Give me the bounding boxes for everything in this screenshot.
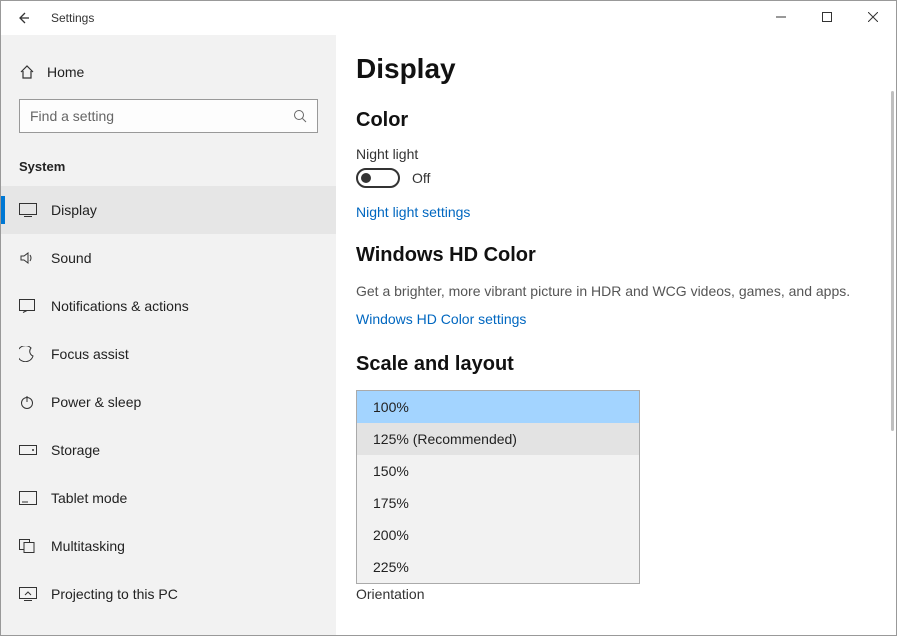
power-icon [19, 394, 35, 410]
home-label: Home [47, 64, 84, 80]
home-icon [19, 64, 35, 80]
maximize-icon [822, 12, 832, 22]
sidebar: Home System Display Sound Notifications … [1, 35, 336, 635]
scale-dropdown-open[interactable]: 100% 125% (Recommended) 150% 175% 200% 2… [356, 390, 640, 584]
sidebar-item-label: Storage [51, 442, 100, 458]
sidebar-item-notifications[interactable]: Notifications & actions [1, 282, 336, 330]
maximize-button[interactable] [804, 1, 850, 33]
search-input[interactable] [30, 108, 293, 124]
titlebar: Settings [1, 1, 896, 35]
home-nav[interactable]: Home [1, 53, 336, 91]
window-controls [758, 1, 896, 33]
hd-color-description: Get a brighter, more vibrant picture in … [356, 281, 856, 301]
orientation-label-cut: Orientation [356, 586, 856, 602]
multitasking-icon [19, 539, 35, 553]
sidebar-item-label: Display [51, 202, 97, 218]
scale-option-150[interactable]: 150% [357, 455, 639, 487]
search-box[interactable] [19, 99, 318, 133]
scrollbar[interactable] [891, 91, 894, 431]
page-title: Display [356, 53, 856, 85]
section-heading-color: Color [356, 109, 856, 132]
night-light-toggle[interactable] [356, 168, 400, 188]
sidebar-item-projecting[interactable]: Projecting to this PC [1, 570, 336, 618]
window-title: Settings [51, 11, 94, 25]
sidebar-item-multitasking[interactable]: Multitasking [1, 522, 336, 570]
back-button[interactable] [1, 1, 45, 35]
scale-option-200[interactable]: 200% [357, 519, 639, 551]
sidebar-item-label: Power & sleep [51, 394, 141, 410]
focus-assist-icon [19, 346, 35, 362]
sidebar-item-tablet-mode[interactable]: Tablet mode [1, 474, 336, 522]
sidebar-item-display[interactable]: Display [1, 186, 336, 234]
section-heading-system: System [1, 133, 336, 186]
scale-option-100[interactable]: 100% [357, 391, 639, 423]
sidebar-item-storage[interactable]: Storage [1, 426, 336, 474]
sidebar-item-label: Focus assist [51, 346, 129, 362]
section-heading-hd-color: Windows HD Color [356, 244, 856, 267]
close-button[interactable] [850, 1, 896, 33]
sidebar-item-label: Sound [51, 250, 91, 266]
projecting-icon [19, 587, 37, 601]
night-light-label: Night light [356, 146, 856, 162]
storage-icon [19, 445, 37, 455]
main-panel: Display Color Night light Off Night ligh… [336, 35, 896, 635]
search-icon [293, 109, 307, 123]
close-icon [868, 12, 878, 22]
sidebar-item-label: Tablet mode [51, 490, 127, 506]
sidebar-item-label: Multitasking [51, 538, 125, 554]
sidebar-item-sound[interactable]: Sound [1, 234, 336, 282]
sidebar-item-focus-assist[interactable]: Focus assist [1, 330, 336, 378]
display-icon [19, 203, 37, 217]
arrow-left-icon [15, 10, 31, 26]
scale-option-125[interactable]: 125% (Recommended) [357, 423, 639, 455]
sound-icon [19, 250, 35, 266]
notifications-icon [19, 299, 35, 313]
night-light-settings-link[interactable]: Night light settings [356, 204, 856, 220]
minimize-button[interactable] [758, 1, 804, 33]
sidebar-item-label: Projecting to this PC [51, 586, 178, 602]
section-heading-scale: Scale and layout [356, 353, 856, 376]
scale-option-175[interactable]: 175% [357, 487, 639, 519]
sidebar-item-label: Notifications & actions [51, 298, 189, 314]
minimize-icon [776, 12, 786, 22]
hd-color-settings-link[interactable]: Windows HD Color settings [356, 311, 856, 327]
tablet-icon [19, 491, 37, 505]
sidebar-item-power-sleep[interactable]: Power & sleep [1, 378, 336, 426]
night-light-state: Off [412, 170, 430, 186]
scale-option-225[interactable]: 225% [357, 551, 639, 583]
